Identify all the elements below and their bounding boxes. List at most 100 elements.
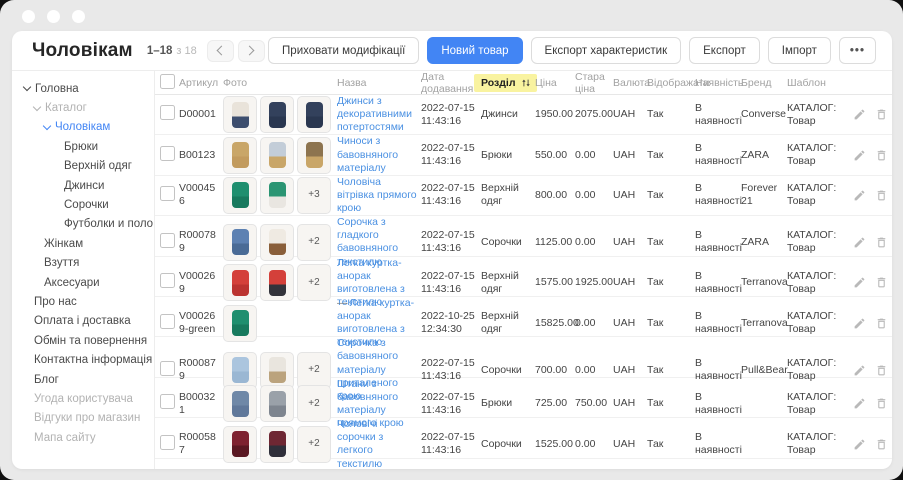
more-photos-badge[interactable]: +3 <box>297 177 331 214</box>
more-photos-badge[interactable]: +2 <box>297 426 331 463</box>
product-photo[interactable] <box>223 96 257 133</box>
product-name-link[interactable]: Чоловічі сорочки з легкого текстилю <box>337 418 383 469</box>
delete-icon[interactable] <box>875 397 888 410</box>
table-header-row: АртикулФотоНазваДата додаванняРозділЦіна… <box>155 71 892 95</box>
sidebar-item[interactable]: Головна <box>12 79 154 98</box>
sidebar-item[interactable]: Джинси <box>12 176 154 195</box>
delete-icon[interactable] <box>875 276 888 289</box>
section-cell: Сорочки <box>481 236 535 249</box>
edit-icon[interactable] <box>853 189 866 202</box>
product-photo[interactable] <box>223 385 257 422</box>
sidebar-item[interactable]: Аксесуари <box>12 273 154 292</box>
row-select-cell <box>155 105 179 124</box>
product-photo[interactable] <box>260 352 294 389</box>
delete-icon[interactable] <box>875 236 888 249</box>
edit-icon[interactable] <box>853 236 866 249</box>
more-actions-button[interactable]: ••• <box>839 37 876 64</box>
export-button[interactable]: Експорт <box>689 37 760 64</box>
product-name-link[interactable]: Чиноси з бавовняного матеріалу <box>337 135 398 173</box>
product-photo[interactable] <box>260 137 294 174</box>
edit-icon[interactable] <box>853 276 866 289</box>
product-name-link[interactable]: Чоловіча вітрівка прямого крою <box>337 176 417 214</box>
edit-icon[interactable] <box>853 317 866 330</box>
delete-icon[interactable] <box>875 364 888 377</box>
content-area: ГоловнаКаталогЧоловікамБрюкиВерхній одяг… <box>12 70 892 469</box>
delete-icon[interactable] <box>875 189 888 202</box>
product-photo[interactable] <box>297 137 331 174</box>
modification-dash: — <box>337 297 348 309</box>
product-photo[interactable] <box>297 96 331 133</box>
sidebar-item[interactable]: Блог <box>12 370 154 389</box>
edit-icon[interactable] <box>853 397 866 410</box>
product-photo[interactable] <box>260 264 294 301</box>
more-photos-badge[interactable]: +2 <box>297 385 331 422</box>
product-photo[interactable] <box>260 426 294 463</box>
close-window-dot[interactable] <box>22 10 35 23</box>
product-photo[interactable] <box>223 264 257 301</box>
sidebar-item[interactable]: Каталог <box>12 98 154 117</box>
time-value: 11:43:16 <box>421 404 477 417</box>
product-photo[interactable] <box>223 177 257 214</box>
edit-icon[interactable] <box>853 364 866 377</box>
product-photo[interactable] <box>223 137 257 174</box>
sidebar-item[interactable]: Брюки <box>12 137 154 156</box>
delete-icon[interactable] <box>875 317 888 330</box>
more-photos-badge[interactable]: +2 <box>297 264 331 301</box>
product-photo[interactable] <box>223 352 257 389</box>
window-controls <box>22 10 85 23</box>
row-checkbox[interactable] <box>160 146 175 161</box>
edit-icon[interactable] <box>853 108 866 121</box>
display-flag-cell: Так <box>647 397 695 410</box>
select-all-checkbox[interactable] <box>160 74 175 89</box>
edit-icon[interactable] <box>853 149 866 162</box>
delete-icon[interactable] <box>875 108 888 121</box>
sidebar-item[interactable]: Взуття <box>12 254 154 273</box>
sidebar-item[interactable]: Обмін та повернення <box>12 331 154 350</box>
row-checkbox[interactable] <box>160 105 175 120</box>
next-page-button[interactable] <box>238 40 265 62</box>
minimize-window-dot[interactable] <box>47 10 60 23</box>
product-photo[interactable] <box>260 96 294 133</box>
prev-page-button[interactable] <box>207 40 234 62</box>
sidebar-item[interactable]: Угода користувача <box>12 389 154 408</box>
row-checkbox[interactable] <box>160 233 175 248</box>
sorted-column-header[interactable]: Розділ <box>474 74 537 92</box>
sidebar-item[interactable]: Про нас <box>12 292 154 311</box>
new-product-button[interactable]: Новий товар <box>427 37 522 64</box>
sidebar-item[interactable]: Відгуки про магазин <box>12 409 154 428</box>
row-checkbox[interactable] <box>160 435 175 450</box>
product-photo[interactable] <box>223 224 257 261</box>
import-button[interactable]: Імпорт <box>768 37 831 64</box>
sidebar-item[interactable]: Сорочки <box>12 195 154 214</box>
sidebar-item[interactable]: Верхній одяг <box>12 157 154 176</box>
more-photos-badge[interactable]: +2 <box>297 224 331 261</box>
product-name-link[interactable]: Джинси з декоративними потертостями <box>337 95 412 133</box>
row-checkbox[interactable] <box>160 361 175 376</box>
column-header <box>155 74 179 92</box>
sidebar-item[interactable]: Футболки и поло <box>12 215 154 234</box>
hide-modifications-button[interactable]: Приховати модифікації <box>268 37 419 64</box>
old-price-cell: 2075.00 <box>575 108 613 121</box>
delete-icon[interactable] <box>875 149 888 162</box>
row-checkbox[interactable] <box>160 273 175 288</box>
sidebar-item-label: Футболки и поло <box>64 218 153 230</box>
more-photos-badge[interactable]: +2 <box>297 352 331 389</box>
sidebar-item[interactable]: Контактна інформація <box>12 350 154 369</box>
sidebar-item[interactable]: Жінкам <box>12 234 154 253</box>
row-checkbox[interactable] <box>160 394 175 409</box>
product-photo[interactable] <box>260 224 294 261</box>
product-photo[interactable] <box>223 426 257 463</box>
product-photo[interactable] <box>260 385 294 422</box>
export-characteristics-button[interactable]: Експорт характеристик <box>531 37 682 64</box>
row-checkbox[interactable] <box>160 314 175 329</box>
product-photo[interactable] <box>223 305 257 342</box>
maximize-window-dot[interactable] <box>72 10 85 23</box>
sidebar-item[interactable]: Оплата і доставка <box>12 312 154 331</box>
date-added-cell: 2022-07-1511:43:16 <box>421 142 481 168</box>
product-photo[interactable] <box>260 177 294 214</box>
edit-icon[interactable] <box>853 438 866 451</box>
sidebar-item[interactable]: Мапа сайту <box>12 428 154 447</box>
delete-icon[interactable] <box>875 438 888 451</box>
sidebar-item[interactable]: Чоловікам <box>12 118 154 137</box>
row-checkbox[interactable] <box>160 186 175 201</box>
